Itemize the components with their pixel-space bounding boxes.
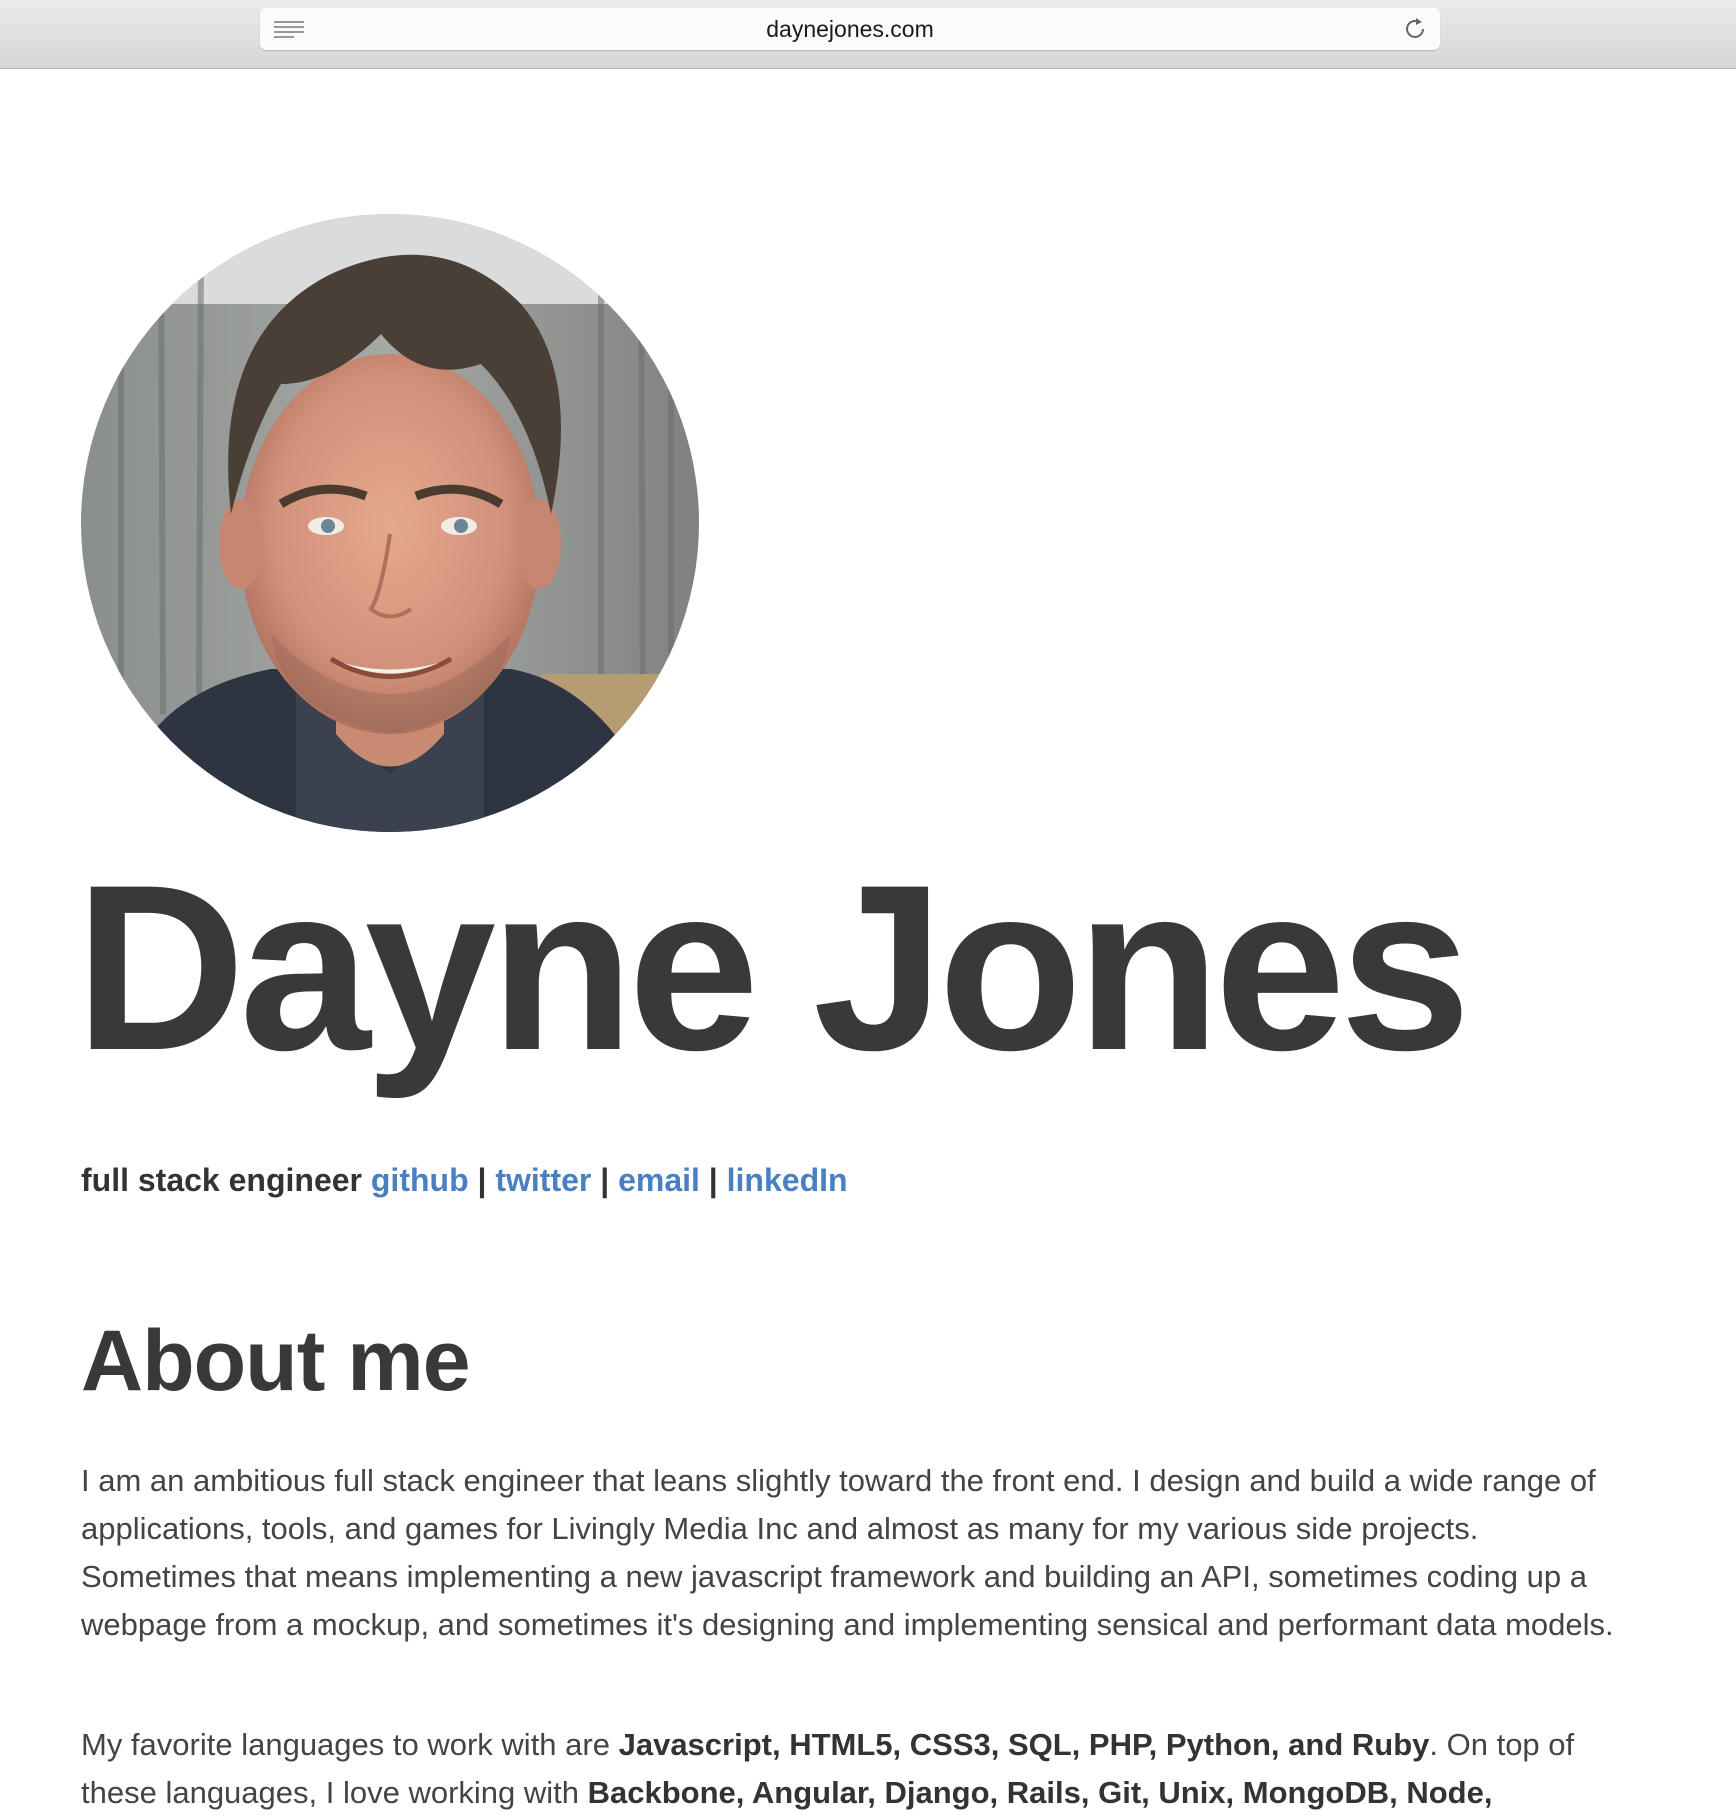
browser-toolbar: daynejones.com [0, 0, 1736, 69]
address-bar[interactable]: daynejones.com [260, 8, 1440, 50]
about-heading: About me [81, 1313, 471, 1409]
link-separator: | [708, 1162, 718, 1198]
about-paragraph-1: I am an ambitious full stack engineer th… [81, 1463, 1614, 1642]
email-link[interactable]: email [618, 1162, 700, 1198]
link-separator: | [477, 1162, 487, 1198]
profile-photo-image [81, 214, 699, 832]
role-text: full stack engineer [81, 1162, 362, 1198]
link-separator: | [600, 1162, 610, 1198]
github-link[interactable]: github [371, 1162, 469, 1198]
tools-list: Backbone, Angular, Django, Rails, Git, U… [587, 1775, 1493, 1810]
page-title: Dayne Jones [75, 836, 1471, 1100]
url-text[interactable]: daynejones.com [260, 8, 1440, 50]
twitter-link[interactable]: twitter [495, 1162, 591, 1198]
tagline: full stack engineer github | twitter | e… [81, 1162, 848, 1199]
linkedin-link[interactable]: linkedIn [727, 1162, 848, 1198]
paragraph-2-intro: My favorite languages to work with are [81, 1727, 619, 1762]
languages-list: Javascript, HTML5, CSS3, SQL, PHP, Pytho… [618, 1727, 1430, 1762]
reload-icon[interactable] [1402, 16, 1428, 42]
profile-photo [81, 214, 699, 832]
about-paragraph-2: My favorite languages to work with are J… [81, 1721, 1621, 1817]
